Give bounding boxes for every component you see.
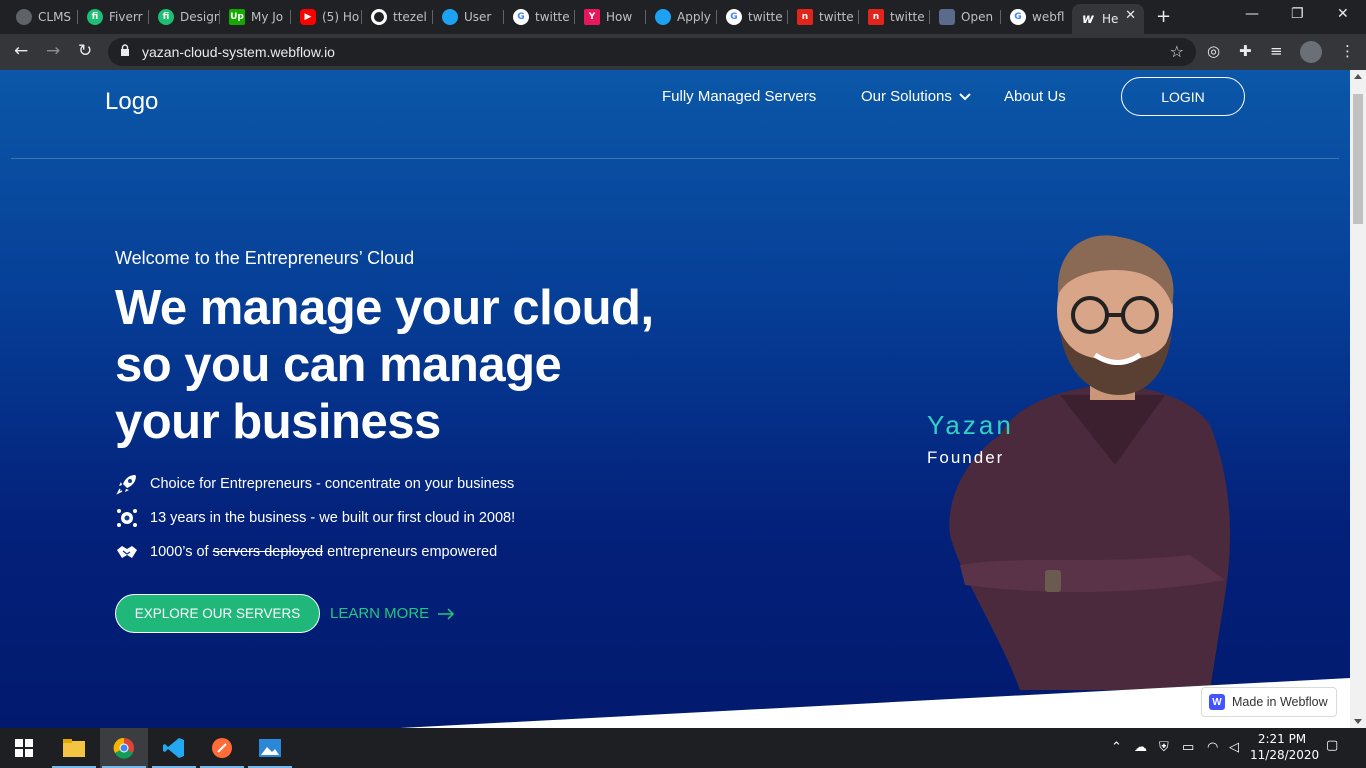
youtube-icon: ▶ — [300, 9, 316, 25]
browser-tab[interactable]: Apply — [647, 4, 717, 30]
github-icon — [371, 9, 387, 25]
browser-tab[interactable]: Gwebfl — [1002, 4, 1072, 30]
battery-icon[interactable]: ▭ — [1182, 740, 1194, 755]
new-tab-icon[interactable]: + — [1156, 6, 1171, 27]
tray-chevron-up-icon[interactable]: ⌃ — [1111, 740, 1122, 755]
twitter-icon — [442, 9, 458, 25]
browser-tab[interactable]: ttezel — [363, 4, 433, 30]
webflow-logo-icon: W — [1209, 694, 1225, 710]
wifi-icon[interactable]: ◠ — [1207, 740, 1218, 755]
browser-tab[interactable]: n twitte — [789, 4, 859, 30]
browser-toolbar: ← → ↻ yazan-cloud-system.webflow.io ☆ ◎ … — [0, 34, 1366, 70]
page-scrollbar[interactable] — [1350, 70, 1366, 728]
upwork-icon: Up — [229, 9, 245, 25]
browser-tab-active[interactable]: w He ✕ — [1072, 4, 1144, 34]
browser-tab[interactable]: fi Design — [150, 4, 220, 30]
system-clock[interactable]: 2:21 PM 11/28/2020 — [1250, 731, 1319, 763]
url-text: yazan-cloud-system.webflow.io — [142, 44, 335, 60]
cube-icon — [939, 9, 955, 25]
lock-icon — [121, 44, 129, 56]
scroll-down-icon[interactable] — [1354, 719, 1362, 724]
forward-icon[interactable]: → — [46, 41, 60, 61]
google-icon: G — [1010, 9, 1026, 25]
browser-tab[interactable]: Open — [931, 4, 1001, 30]
file-explorer-icon[interactable] — [50, 728, 98, 768]
browser-tab-strip: CLMS fi Fiverr fi Design Up My Jo ▶ (5) Ho t… — [0, 0, 1366, 34]
scroll-thumb[interactable] — [1353, 94, 1363, 224]
bookmark-star-icon[interactable]: ☆ — [1170, 42, 1184, 61]
address-bar[interactable]: yazan-cloud-system.webflow.io ☆ — [108, 38, 1196, 66]
made-in-webflow-badge[interactable]: W Made in Webflow — [1201, 687, 1337, 717]
security-shield-icon[interactable]: ⛨ — [1159, 740, 1169, 755]
bottom-white-wedge — [400, 678, 1350, 728]
photos-icon[interactable] — [246, 728, 294, 768]
google-icon: G — [726, 9, 742, 25]
volume-icon[interactable]: ◁ — [1229, 740, 1239, 755]
onedrive-icon[interactable]: ☁ — [1134, 740, 1147, 755]
close-window-icon[interactable]: ✕ — [1337, 6, 1349, 22]
profile-avatar-icon[interactable] — [1300, 41, 1322, 63]
twitter-icon — [655, 9, 671, 25]
browser-tab[interactable]: fi Fiverr — [79, 4, 149, 30]
scroll-up-icon[interactable] — [1354, 74, 1362, 79]
notification-icon[interactable]: ▢ — [1326, 738, 1338, 753]
chrome-taskbar-icon[interactable] — [100, 728, 148, 768]
vscode-icon[interactable] — [150, 728, 198, 768]
browser-tab[interactable]: Gtwitte — [718, 4, 788, 30]
extension-target-icon[interactable]: ◎ — [1207, 42, 1220, 60]
browser-tab[interactable]: n twitte — [860, 4, 930, 30]
media-queue-icon[interactable]: ≡ — [1270, 42, 1283, 60]
menu-kebab-icon[interactable]: ⋮ — [1340, 42, 1355, 60]
extensions-puzzle-icon[interactable]: ✚ — [1239, 42, 1252, 60]
postman-icon[interactable] — [198, 728, 246, 768]
windows-taskbar: ⌃ ☁ ⛨ ▭ ◠ ◁ 2:21 PM 11/28/2020 ▢ — [0, 728, 1366, 768]
fiverr-icon: fi — [87, 9, 103, 25]
browser-tab[interactable]: Up My Jo — [221, 4, 291, 30]
back-icon[interactable]: ← — [14, 41, 28, 61]
windows-start-icon[interactable] — [0, 728, 48, 768]
restore-icon[interactable]: ❐ — [1291, 6, 1304, 22]
browser-tab[interactable]: CLMS — [8, 4, 78, 30]
reload-icon[interactable]: ↻ — [78, 41, 92, 61]
browser-tab[interactable]: User — [434, 4, 504, 30]
n-icon: n — [797, 9, 813, 25]
browser-tab[interactable]: Y How — [576, 4, 646, 30]
hero-page: Logo Fully Managed Servers Our Solutions… — [0, 70, 1350, 728]
close-tab-icon[interactable]: ✕ — [1125, 8, 1136, 23]
webflow-icon: w — [1081, 11, 1094, 27]
browser-tab[interactable]: ▶ (5) Ho — [292, 4, 362, 30]
fiverr-icon: fi — [158, 9, 174, 25]
n-icon: n — [868, 9, 884, 25]
google-icon: G — [513, 9, 529, 25]
browser-tab[interactable]: Gtwitte — [505, 4, 575, 30]
minimize-icon[interactable]: — — [1245, 6, 1259, 22]
y-icon: Y — [584, 9, 600, 25]
globe-icon — [16, 9, 32, 25]
